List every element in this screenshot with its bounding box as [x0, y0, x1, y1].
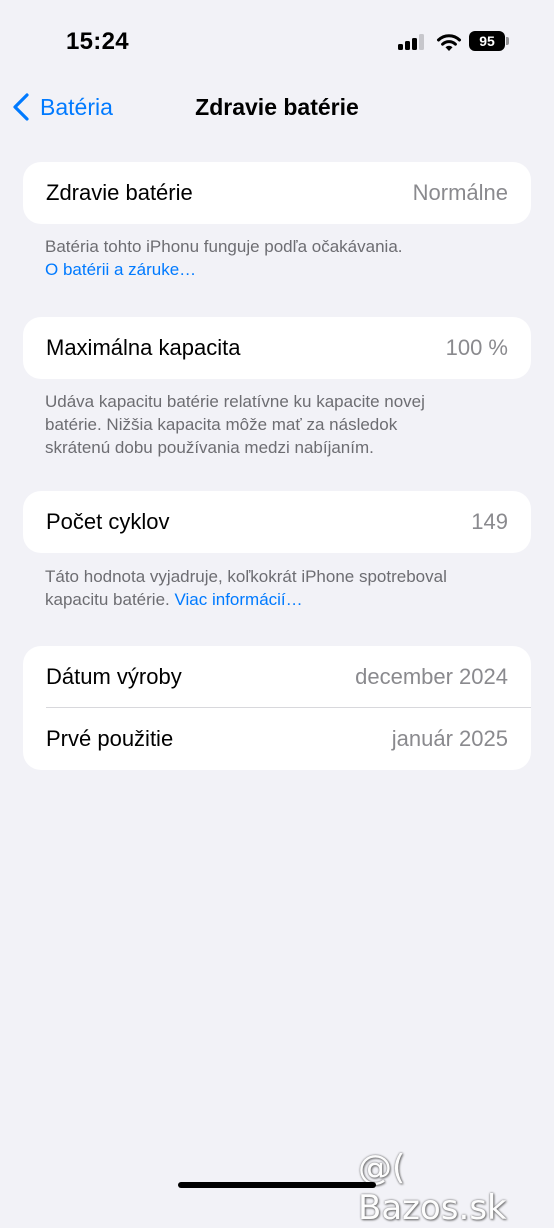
status-time: 15:24	[66, 28, 129, 55]
manufacture-date-value: december 2024	[355, 664, 508, 689]
wifi-icon	[436, 32, 462, 52]
dates-card: Dátum výroby december 2024 Prvé použitie…	[23, 646, 531, 770]
more-info-link[interactable]: Viac informácií…	[174, 590, 302, 609]
cycle-footer-text: kapacitu batérie.	[45, 590, 170, 609]
page-title: Zdravie batérie	[195, 94, 359, 120]
cycle-count-row: Počet cyklov 149	[23, 491, 531, 553]
cycle-footer-line: Táto hodnota vyjadruje, koľkokrát iPhone…	[45, 567, 447, 586]
manufacture-date-row: Dátum výroby december 2024	[23, 646, 531, 708]
battery-health-footer: Batéria tohto iPhonu funguje podľa očaká…	[45, 235, 510, 281]
cycle-count-value: 149	[471, 509, 508, 534]
battery-nub-icon	[506, 37, 509, 45]
home-indicator[interactable]	[178, 1182, 376, 1188]
first-use-label: Prvé použitie	[46, 726, 174, 751]
manufacture-date-label: Dátum výroby	[46, 664, 182, 689]
battery-health-footer-text: Batéria tohto iPhonu funguje podľa očaká…	[45, 237, 403, 256]
bazos-watermark: @( Bazos.sk	[358, 1148, 507, 1228]
battery-icon: 95	[469, 31, 505, 51]
cycle-count-label: Počet cyklov	[46, 509, 170, 534]
first-use-row: Prvé použitie január 2025	[23, 708, 531, 770]
battery-health-card: Zdravie batérie Normálne	[23, 162, 531, 224]
maximum-capacity-card: Maximálna kapacita 100 %	[23, 317, 531, 379]
cellular-signal-icon	[398, 34, 426, 50]
battery-health-row: Zdravie batérie Normálne	[23, 162, 531, 224]
cycle-count-card: Počet cyklov 149	[23, 491, 531, 553]
capacity-footer-line: skrátenú dobu používania medzi nabíjaním…	[45, 438, 374, 457]
battery-health-value: Normálne	[412, 180, 508, 205]
capacity-footer-line: batérie. Nižšia kapacita môže mať za nás…	[45, 415, 398, 434]
capacity-footer-line: Udáva kapacitu batérie relatívne ku kapa…	[45, 392, 425, 411]
first-use-value: január 2025	[391, 726, 508, 751]
cycle-footer-line-with-link: kapacitu batérie. Viac informácií…	[45, 588, 510, 611]
cycle-count-footer: Táto hodnota vyjadruje, koľkokrát iPhone…	[45, 565, 510, 611]
maximum-capacity-value: 100 %	[445, 335, 508, 360]
maximum-capacity-row: Maximálna kapacita 100 %	[23, 317, 531, 379]
maximum-capacity-footer: Udáva kapacitu batérie relatívne ku kapa…	[45, 390, 510, 459]
status-bar: 15:24 95	[0, 0, 554, 80]
battery-health-label: Zdravie batérie	[46, 180, 193, 205]
navigation-bar: Batéria Zdravie batérie	[0, 80, 554, 134]
battery-warranty-link[interactable]: O batérii a záruke…	[45, 258, 510, 281]
maximum-capacity-label: Maximálna kapacita	[46, 335, 241, 360]
